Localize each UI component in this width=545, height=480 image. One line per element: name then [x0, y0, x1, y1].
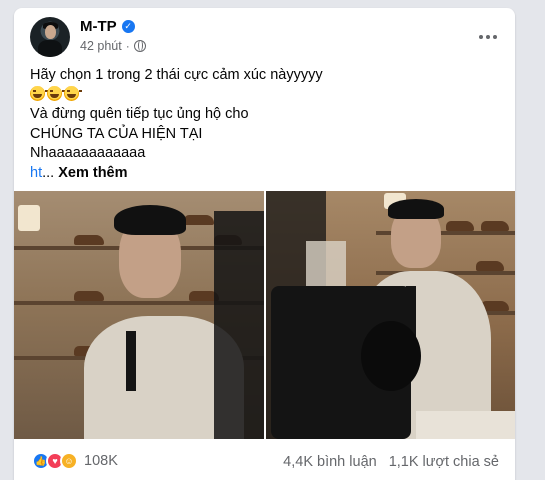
post-line-1: Hãy chọn 1 trong 2 thái cực cảm xúc nàyy…	[30, 67, 323, 83]
verified-badge-icon: ✓	[121, 20, 135, 33]
haha-icon: ☺	[60, 452, 78, 470]
post-line-3: CHÚNG TA CỦA HIỆN TẠI	[30, 125, 203, 142]
author-name[interactable]: M-TP	[80, 18, 117, 35]
reaction-summary[interactable]: 👍 ♥ ☺ 108K	[32, 452, 118, 470]
post-photo-2[interactable]	[266, 191, 515, 439]
more-options-icon[interactable]	[471, 20, 505, 54]
ellipsis: ...	[42, 164, 55, 181]
post-photos	[14, 191, 515, 439]
post-meta: 42 phút ·	[80, 39, 146, 53]
share-count[interactable]: 1,1K lượt chia sẻ	[389, 454, 499, 470]
post-line-2: Và đừng quên tiếp tục ủng hộ cho	[30, 106, 249, 122]
post-card: M-TP ✓ 42 phút · Hãy chọn 1 trong 2 thái…	[14, 8, 515, 480]
comment-count[interactable]: 4,4K bình luận	[283, 454, 377, 470]
post-time[interactable]: 42 phút	[80, 39, 122, 53]
reaction-count[interactable]: 108K	[84, 453, 118, 469]
post-footer: 👍 ♥ ☺ 108K 4,4K bình luận 1,1K lượt chia…	[14, 447, 515, 477]
post-header: M-TP ✓ 42 phút ·	[14, 8, 515, 64]
emoji-row	[30, 85, 500, 106]
post-text: Hãy chọn 1 trong 2 thái cực cảm xúc nàyy…	[30, 66, 500, 183]
author-avatar[interactable]	[30, 17, 70, 57]
post-line-4: Nhaaaaaaaaaaaa	[30, 145, 146, 161]
author-row: M-TP ✓	[80, 18, 135, 35]
meta-separator: ·	[125, 39, 130, 53]
post-stats: 4,4K bình luận 1,1K lượt chia sẻ	[283, 454, 499, 470]
rofl-emoji-icon	[30, 85, 48, 101]
globe-icon[interactable]	[133, 40, 146, 52]
post-photo-1[interactable]	[14, 191, 264, 439]
rofl-emoji-icon	[64, 85, 82, 101]
see-more-link[interactable]: Xem thêm	[58, 165, 127, 181]
rofl-emoji-icon	[47, 85, 65, 101]
truncated-link[interactable]: ht	[30, 165, 42, 181]
post-line-5: ht... Xem thêm	[30, 164, 500, 184]
